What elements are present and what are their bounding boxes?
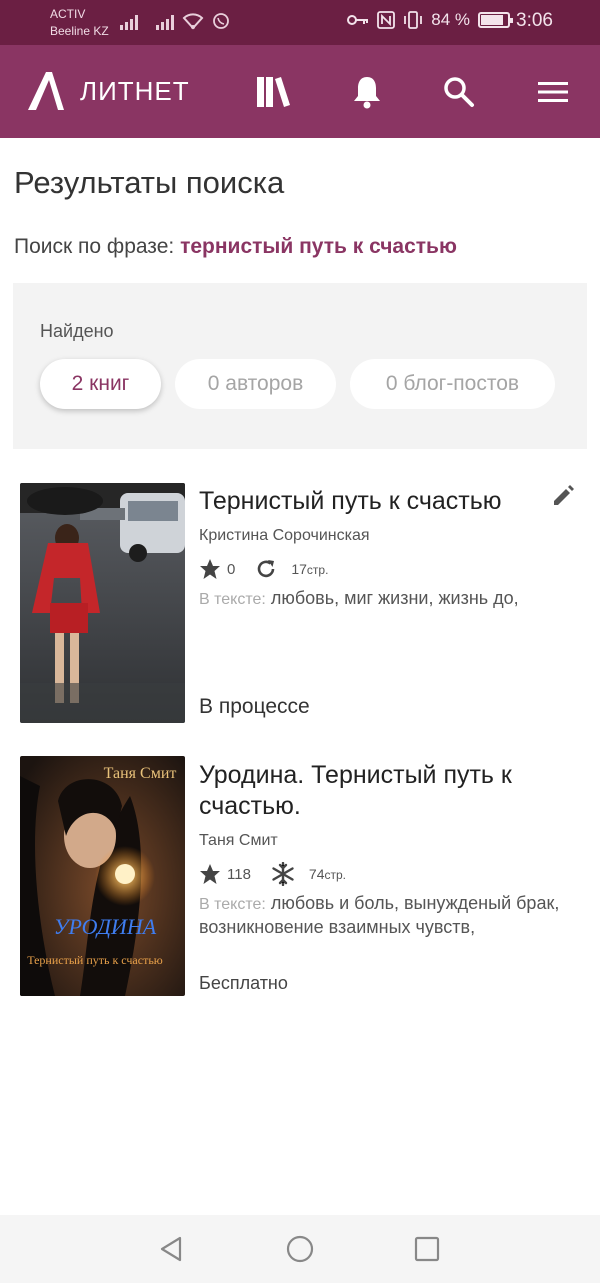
nfc-icon [377, 11, 396, 29]
tab-books[interactable]: 2 книг [40, 359, 161, 409]
cover-image [20, 483, 185, 723]
status-bar: ACTIV Beeline KZ 84 % 3:06 [0, 0, 600, 45]
battery-percent: 84 % [431, 10, 470, 29]
cover-subtitle: Тернистый путь к счастью [27, 953, 163, 967]
results-summary: Найдено 2 книг 0 авторов 0 блог-постов [13, 283, 587, 449]
tab-authors[interactable]: 0 авторов [175, 359, 336, 409]
carrier-info: ACTIV Beeline KZ [50, 6, 109, 40]
edit-button[interactable] [551, 482, 579, 510]
menu-icon [538, 82, 568, 102]
book-pages: 17 [291, 561, 307, 577]
book-cover[interactable] [20, 483, 185, 723]
battery-icon [478, 12, 513, 28]
key-icon [347, 15, 369, 25]
book-cover[interactable]: Таня Смит УРОДИНА Тернистый путь к счаст… [20, 756, 185, 996]
tags-label: В тексте: [199, 591, 266, 608]
pencil-icon [554, 485, 574, 505]
tags-text[interactable]: любовь, миг жизни, жизнь до, [271, 588, 519, 608]
book-title[interactable]: Тернистый путь к счастью [199, 486, 549, 517]
app-header: ЛИТНЕТ [0, 45, 600, 138]
library-button[interactable] [254, 73, 292, 111]
book-author[interactable]: Таня Смит [199, 832, 278, 850]
book-tags: В тексте: любовь, миг жизни, жизнь до, [199, 587, 579, 611]
bell-icon [354, 77, 380, 109]
search-phrase-label: Поиск по фразе: [14, 235, 175, 258]
tab-blog-posts[interactable]: 0 блог-постов [350, 359, 555, 409]
star-icon [200, 559, 220, 579]
carrier-line-2: Beeline KZ [50, 24, 109, 38]
found-label: Найдено [40, 321, 114, 341]
book-pages-unit: стр. [324, 868, 347, 882]
book-author[interactable]: Кристина Сорочинская [199, 527, 370, 545]
library-icon [257, 77, 290, 107]
recents-square-icon [414, 1236, 440, 1262]
snowflake-icon [272, 862, 294, 886]
logo-text: ЛИТНЕТ [80, 75, 190, 106]
recents-button[interactable] [411, 1233, 443, 1265]
clock: 3:06 [516, 10, 553, 31]
status-icons-right: 84 % [347, 10, 513, 30]
book-pages: 74 [308, 866, 325, 882]
book-status: Бесплатно [199, 973, 288, 993]
cover-image: Таня Смит УРОДИНА Тернистый путь к счаст… [20, 756, 185, 996]
back-button[interactable] [156, 1233, 188, 1265]
page-title: Результаты поиска [14, 165, 285, 200]
status-icons-left [120, 12, 230, 30]
book-stats: 118 74стр. [199, 862, 346, 886]
book-status: В процессе [199, 695, 310, 718]
cover-author: Таня Смит [104, 765, 177, 782]
book-tags: В тексте: любовь и боль, вынужденый брак… [199, 892, 579, 939]
back-triangle-icon [160, 1236, 182, 1262]
tags-label: В тексте: [199, 896, 266, 913]
search-button[interactable] [440, 73, 478, 111]
logo-mark-icon [28, 72, 64, 110]
book-rating: 118 [227, 865, 251, 883]
logo[interactable]: ЛИТНЕТ [26, 70, 190, 112]
vibrate-icon [404, 11, 423, 29]
book-title[interactable]: Уродина. Тернистый путь к счастью. [199, 760, 529, 822]
refresh-icon [258, 560, 275, 578]
home-button[interactable] [284, 1233, 316, 1265]
whatsapp-icon [213, 13, 229, 29]
notifications-button[interactable] [348, 73, 386, 111]
wifi-icon [182, 13, 204, 30]
star-icon [200, 864, 220, 884]
cover-title: УРОДИНА [54, 914, 157, 939]
carrier-line-1: ACTIV [50, 7, 86, 21]
system-nav-bar [0, 1215, 600, 1283]
signal-icon [156, 14, 174, 30]
search-icon [444, 77, 474, 107]
menu-button[interactable] [534, 73, 572, 111]
home-circle-icon [286, 1235, 314, 1263]
signal-icon [120, 14, 138, 30]
search-phrase-value[interactable]: тернистый путь к счастью [180, 235, 457, 258]
book-rating: 0 [227, 560, 236, 578]
book-stats: 0 17стр. [199, 558, 328, 580]
book-pages-unit: стр. [306, 563, 329, 577]
search-phrase: Поиск по фразе: тернистый путь к счастью [14, 235, 457, 259]
